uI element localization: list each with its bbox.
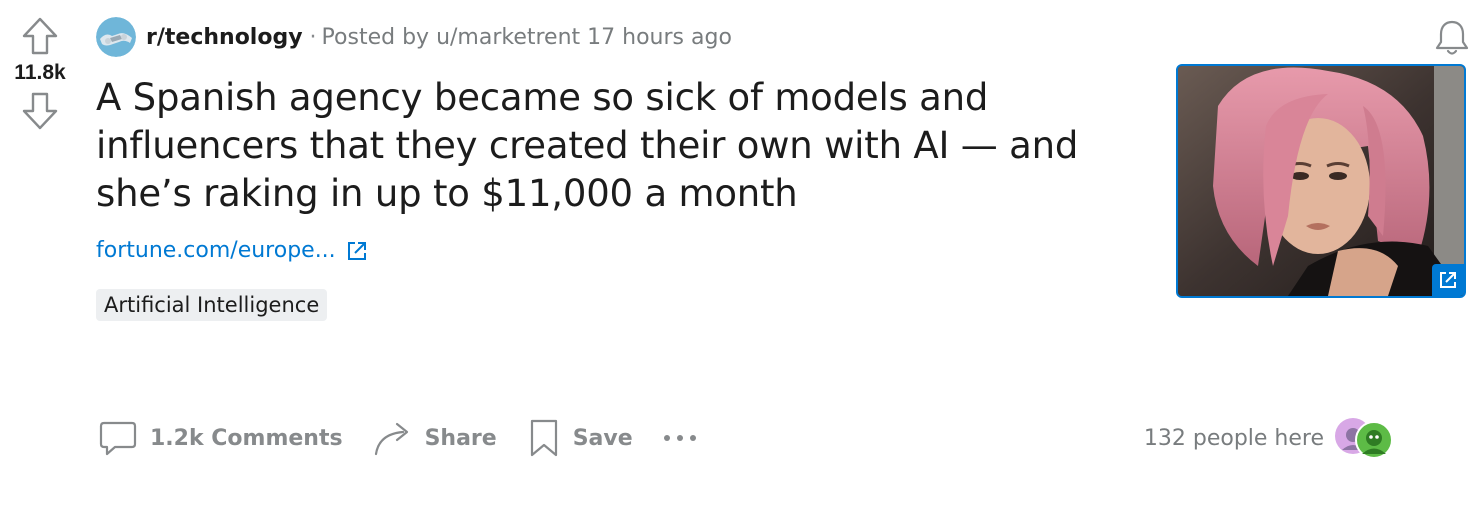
save-button[interactable]: Save xyxy=(521,412,639,464)
bell-icon xyxy=(1435,20,1469,55)
user-avatar-icon xyxy=(1335,418,1393,459)
curved-arrow-icon xyxy=(373,418,413,458)
bookmark-icon xyxy=(527,418,561,458)
post-card[interactable]: 11.8k r/technology · Posted by u/marketr… xyxy=(0,0,1480,510)
post-time: 17 hours ago xyxy=(580,24,732,50)
save-label: Save xyxy=(572,425,633,451)
share-button[interactable]: Share xyxy=(367,412,503,464)
posted-prefix: Posted by xyxy=(321,24,437,50)
more-options-button[interactable] xyxy=(657,412,703,464)
link-text: fortune.com/europe... xyxy=(96,238,336,263)
downvote-button[interactable] xyxy=(18,89,62,133)
comments-label: 1.2k Comments xyxy=(150,425,343,451)
upvote-button[interactable] xyxy=(18,14,62,58)
ellipsis-icon xyxy=(663,435,696,441)
subreddit-avatar[interactable] xyxy=(96,17,136,57)
post-thumbnail[interactable] xyxy=(1176,64,1466,298)
presence-indicator: 132 people here xyxy=(1144,416,1398,460)
share-label: Share xyxy=(424,425,497,451)
arrow-down-icon xyxy=(22,92,58,130)
post-title[interactable]: A Spanish agency became so sick of model… xyxy=(96,74,1116,218)
external-link-icon xyxy=(346,240,368,262)
thumbnail-external-icon xyxy=(1432,264,1464,296)
comments-button[interactable]: 1.2k Comments xyxy=(92,412,349,464)
post-flair[interactable]: Artificial Intelligence xyxy=(96,289,328,321)
meta-separator: · xyxy=(309,24,317,50)
author-link[interactable]: u/marketrent xyxy=(436,25,580,50)
post-meta: r/technology · Posted by u/marketrent 17… xyxy=(96,16,732,58)
presence-avatars xyxy=(1334,416,1398,460)
speech-bubble-icon xyxy=(98,418,138,458)
vote-score: 11.8k xyxy=(14,61,66,84)
notification-bell-button[interactable] xyxy=(1430,16,1474,60)
posted-info: Posted by u/marketrent 17 hours ago xyxy=(322,25,732,50)
subreddit-logo-icon xyxy=(96,17,136,57)
thumbnail-image xyxy=(1178,66,1464,296)
vote-column: 11.8k xyxy=(0,14,80,133)
post-actions: 1.2k Comments Share Save xyxy=(92,412,703,464)
arrow-up-icon xyxy=(22,17,58,55)
presence-text: 132 people here xyxy=(1143,425,1324,451)
external-link[interactable]: fortune.com/europe... xyxy=(96,238,368,263)
subreddit-link[interactable]: r/technology xyxy=(146,25,303,50)
